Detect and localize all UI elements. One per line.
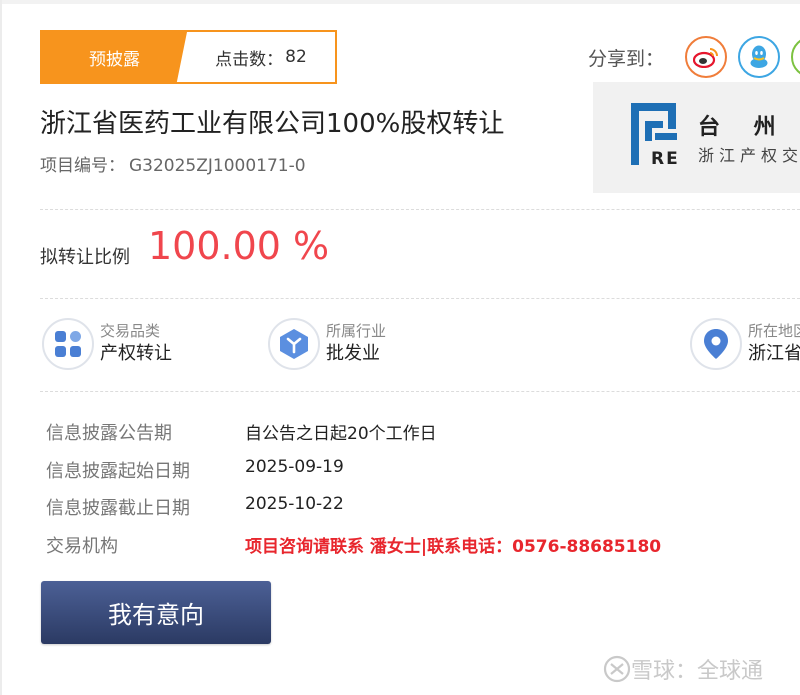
transfer-ratio-value: 100.00 % bbox=[148, 224, 330, 268]
project-number: 项目编号： G32025ZJ1000171-0 bbox=[40, 151, 306, 176]
click-count: 点击数： 82 bbox=[187, 32, 335, 82]
detail-label: 交易机构 bbox=[46, 535, 118, 557]
exchange-subname: 浙江产权交 bbox=[698, 146, 800, 165]
share-weibo-button[interactable] bbox=[685, 36, 727, 78]
detail-label: 信息披露截止日期 bbox=[46, 498, 190, 519]
industry-icon bbox=[268, 318, 320, 370]
left-edge bbox=[0, 0, 2, 695]
info-value: 浙江省 bbox=[748, 343, 800, 364]
click-count-value: 82 bbox=[285, 47, 307, 67]
watermark: 雪球：全球通 bbox=[603, 653, 763, 685]
exchange-name: 台 州 市 bbox=[698, 115, 800, 140]
project-status-tag: 预披露 点击数： 82 bbox=[40, 30, 337, 84]
category-grid-icon bbox=[42, 318, 94, 370]
detail-label: 信息披露公告期 bbox=[46, 423, 172, 444]
detail-value: 自公告之日起20个工作日 bbox=[245, 424, 437, 444]
share-label: 分享到： bbox=[588, 48, 665, 70]
location-pin-icon bbox=[690, 318, 742, 370]
project-number-value: G32025ZJ1000171-0 bbox=[129, 156, 306, 176]
express-interest-button[interactable]: 我有意向 bbox=[41, 581, 271, 644]
transfer-ratio-label: 拟转让比例 bbox=[40, 247, 130, 268]
snowball-logo-icon bbox=[603, 655, 631, 683]
info-value: 批发业 bbox=[326, 343, 380, 364]
info-label: 交易品类 bbox=[100, 322, 161, 340]
divider bbox=[40, 298, 800, 299]
weibo-icon bbox=[693, 48, 718, 68]
click-count-label: 点击数： bbox=[215, 49, 284, 70]
divider bbox=[40, 209, 800, 210]
exchange-logo: RE 台 州 市 浙江产权交 bbox=[593, 82, 800, 193]
info-item-region: 所在地区 浙江省 bbox=[690, 318, 800, 370]
watermark-brand: 雪球：全球通 bbox=[631, 659, 764, 684]
qq-icon bbox=[750, 45, 768, 68]
contact-info: 项目咨询请联系 潘女士|联系电话：0576-88685180 bbox=[245, 536, 662, 557]
status-badge: 预披露 bbox=[42, 32, 187, 82]
info-label: 所属行业 bbox=[326, 322, 387, 340]
info-label: 所在地区 bbox=[748, 322, 800, 340]
divider bbox=[40, 391, 800, 392]
detail-value: 2025-09-19 bbox=[245, 456, 344, 477]
detail-label: 信息披露起始日期 bbox=[46, 460, 190, 482]
project-number-label: 项目编号： bbox=[40, 156, 125, 176]
page-title: 浙江省医药工业有限公司100%股权转让 bbox=[40, 109, 505, 139]
info-value: 产权转让 bbox=[100, 343, 172, 364]
info-item-category: 交易品类 产权转让 bbox=[42, 318, 172, 370]
top-divider bbox=[0, 0, 800, 4]
detail-value: 2025-10-22 bbox=[245, 494, 344, 514]
info-item-industry: 所属行业 批发业 bbox=[268, 318, 386, 370]
exchange-logo-mark-text: RE bbox=[651, 149, 680, 169]
share-wechat-button[interactable] bbox=[791, 36, 800, 78]
share-qq-button[interactable] bbox=[738, 36, 780, 78]
